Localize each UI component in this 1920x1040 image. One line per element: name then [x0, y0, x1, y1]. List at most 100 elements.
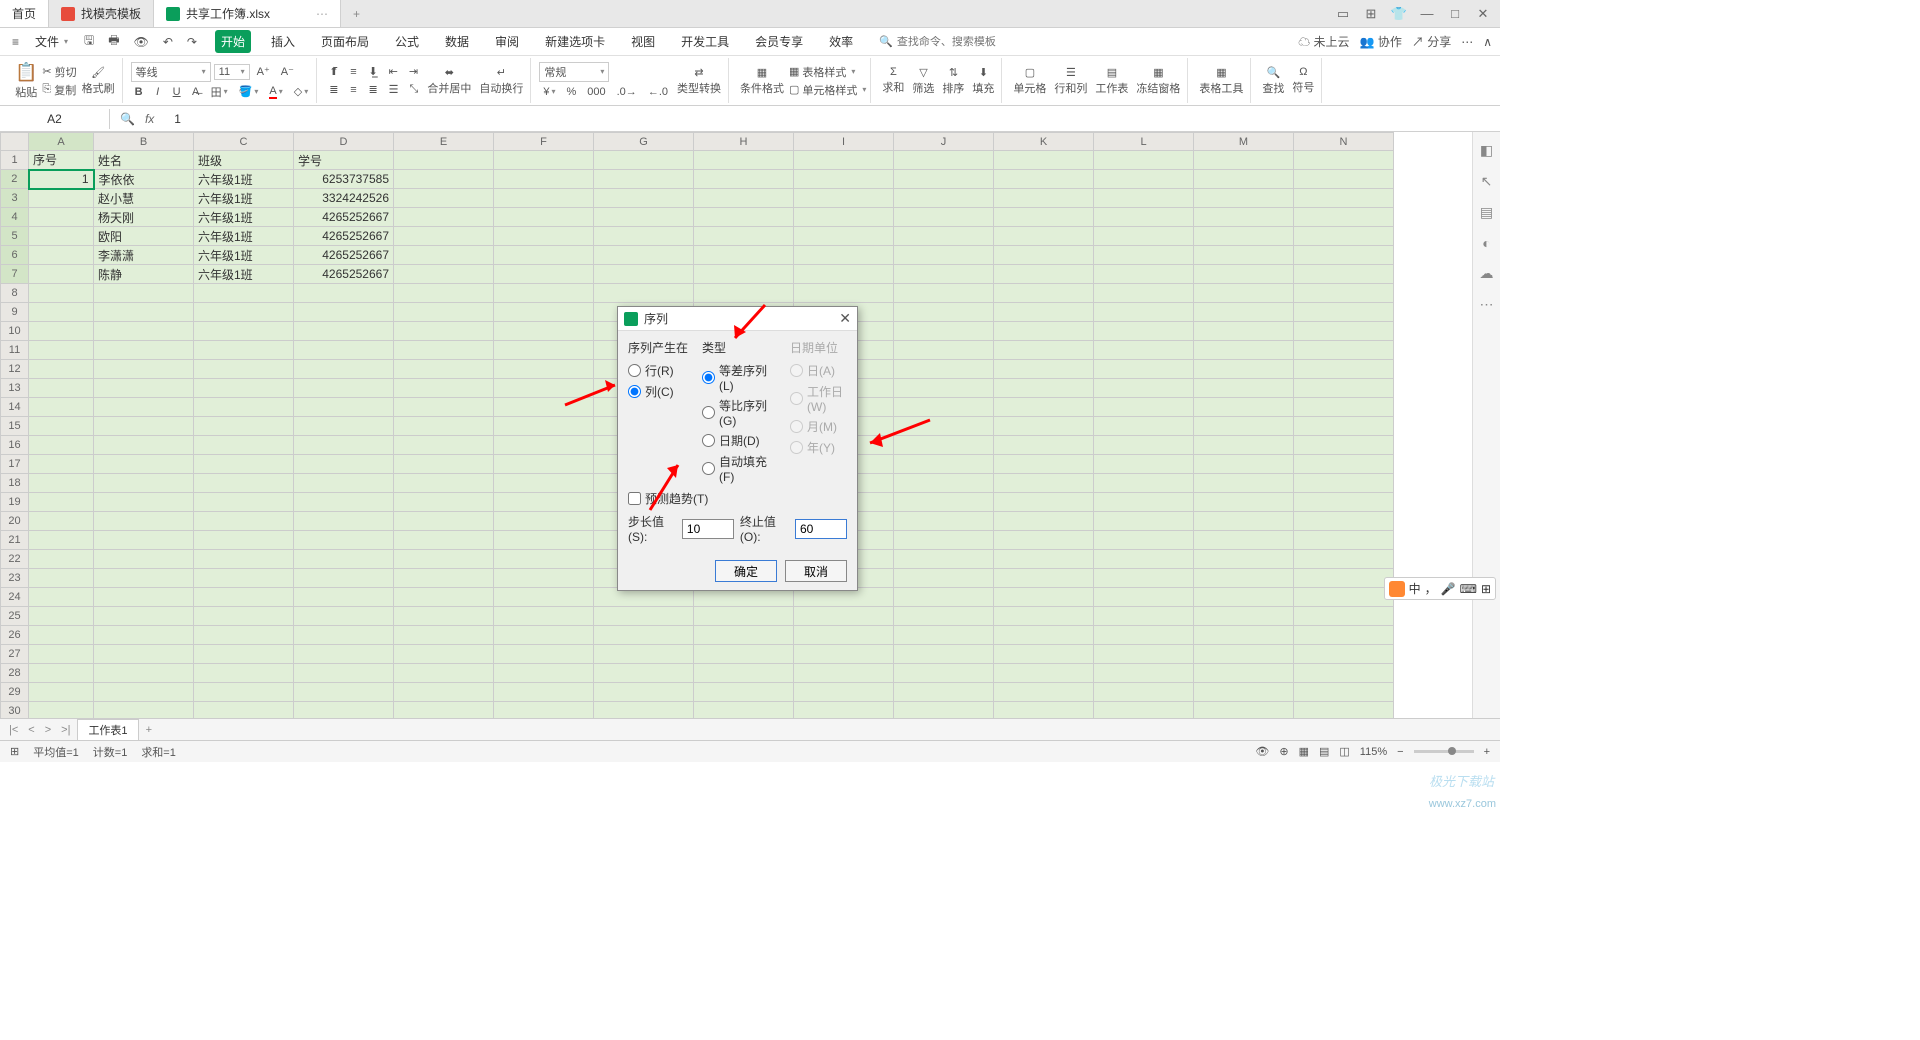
- cell[interactable]: [894, 284, 994, 303]
- cut-button[interactable]: ✂ 剪切: [42, 64, 76, 80]
- cell[interactable]: [994, 512, 1094, 531]
- side-select-icon[interactable]: ↖: [1481, 173, 1493, 190]
- cell[interactable]: [1194, 493, 1294, 512]
- cell[interactable]: [94, 626, 194, 645]
- side-style-icon[interactable]: ▤: [1480, 204, 1493, 221]
- cell[interactable]: [494, 664, 594, 683]
- cell[interactable]: [1294, 170, 1394, 189]
- cell[interactable]: [994, 341, 1094, 360]
- cell[interactable]: [94, 360, 194, 379]
- tab-menu-icon[interactable]: ⋯: [316, 7, 328, 21]
- cell[interactable]: 欧阳: [94, 227, 194, 246]
- col-header[interactable]: H: [694, 133, 794, 151]
- cell[interactable]: [894, 702, 994, 719]
- cell[interactable]: [1094, 341, 1194, 360]
- cell[interactable]: [994, 702, 1094, 719]
- cell[interactable]: [194, 531, 294, 550]
- cell[interactable]: [494, 626, 594, 645]
- cell[interactable]: [194, 683, 294, 702]
- cell[interactable]: [794, 208, 894, 227]
- sheet-tab-1[interactable]: 工作表1: [77, 719, 138, 740]
- cell[interactable]: 李依依: [94, 170, 194, 189]
- cell[interactable]: [1294, 265, 1394, 284]
- cell[interactable]: [1094, 493, 1194, 512]
- sheet-next-icon[interactable]: >: [42, 724, 54, 736]
- cell[interactable]: [29, 303, 94, 322]
- cell[interactable]: [294, 322, 394, 341]
- cell[interactable]: [1194, 189, 1294, 208]
- cell[interactable]: [29, 341, 94, 360]
- cell[interactable]: [1294, 189, 1394, 208]
- cell[interactable]: [1294, 645, 1394, 664]
- cell[interactable]: [994, 284, 1094, 303]
- cell[interactable]: [294, 664, 394, 683]
- cell[interactable]: [1194, 588, 1294, 607]
- col-header[interactable]: D: [294, 133, 394, 151]
- cell[interactable]: [794, 626, 894, 645]
- cell[interactable]: [694, 246, 794, 265]
- cell[interactable]: [1194, 379, 1294, 398]
- cell[interactable]: [894, 379, 994, 398]
- cell[interactable]: [894, 246, 994, 265]
- cell[interactable]: [1194, 170, 1294, 189]
- more-icon[interactable]: ⋯: [1461, 35, 1473, 49]
- cell[interactable]: [694, 227, 794, 246]
- cell[interactable]: [994, 151, 1094, 170]
- tab-pagelayout[interactable]: 页面布局: [315, 30, 375, 53]
- cell[interactable]: [194, 702, 294, 719]
- cell[interactable]: [1194, 303, 1294, 322]
- cell[interactable]: [894, 626, 994, 645]
- cell[interactable]: [994, 398, 1094, 417]
- cell[interactable]: [1294, 360, 1394, 379]
- cell[interactable]: [1294, 702, 1394, 719]
- cell[interactable]: [994, 303, 1094, 322]
- cell[interactable]: [394, 531, 494, 550]
- cell[interactable]: [1094, 417, 1194, 436]
- col-header[interactable]: C: [194, 133, 294, 151]
- cell[interactable]: [594, 702, 694, 719]
- lookup-icon[interactable]: 🔍: [120, 112, 135, 126]
- cell[interactable]: [29, 208, 94, 227]
- sheet-last-icon[interactable]: >|: [58, 724, 73, 736]
- cell[interactable]: [294, 379, 394, 398]
- command-search-input[interactable]: [897, 36, 1027, 48]
- menu-icon[interactable]: ≡: [8, 33, 23, 51]
- cell[interactable]: 3324242526: [294, 189, 394, 208]
- cell[interactable]: [394, 303, 494, 322]
- cell[interactable]: [1094, 607, 1194, 626]
- cell[interactable]: [29, 417, 94, 436]
- cell[interactable]: [894, 208, 994, 227]
- cell[interactable]: [1094, 436, 1194, 455]
- cell[interactable]: [1094, 398, 1194, 417]
- cell[interactable]: [994, 360, 1094, 379]
- cell[interactable]: 序号: [29, 151, 94, 170]
- row-header[interactable]: 12: [1, 360, 29, 379]
- cell[interactable]: [1094, 208, 1194, 227]
- orientation-icon[interactable]: ⤡: [406, 82, 423, 98]
- tab-member[interactable]: 会员专享: [749, 30, 809, 53]
- cell[interactable]: 赵小慧: [94, 189, 194, 208]
- cell[interactable]: [594, 683, 694, 702]
- cell[interactable]: [29, 550, 94, 569]
- cell[interactable]: [29, 645, 94, 664]
- cell[interactable]: [894, 531, 994, 550]
- cell[interactable]: [294, 455, 394, 474]
- step-input[interactable]: [682, 519, 734, 539]
- cell[interactable]: [994, 531, 1094, 550]
- cell[interactable]: [94, 664, 194, 683]
- cell[interactable]: [594, 284, 694, 303]
- cell[interactable]: [1194, 702, 1294, 719]
- radio-date[interactable]: 日期(D): [702, 430, 780, 451]
- cell[interactable]: [29, 265, 94, 284]
- fill-button[interactable]: ⬇填充: [969, 66, 997, 96]
- col-header[interactable]: L: [1094, 133, 1194, 151]
- sheet-prev-icon[interactable]: <: [25, 724, 37, 736]
- cell[interactable]: [29, 607, 94, 626]
- cell[interactable]: [1094, 474, 1194, 493]
- dialog-titlebar[interactable]: 序列 ✕: [618, 307, 857, 331]
- cell[interactable]: [1294, 664, 1394, 683]
- cell[interactable]: [1194, 208, 1294, 227]
- cell[interactable]: 六年级1班: [194, 246, 294, 265]
- type-convert-button[interactable]: ⇄类型转换: [674, 66, 724, 96]
- cell[interactable]: 学号: [294, 151, 394, 170]
